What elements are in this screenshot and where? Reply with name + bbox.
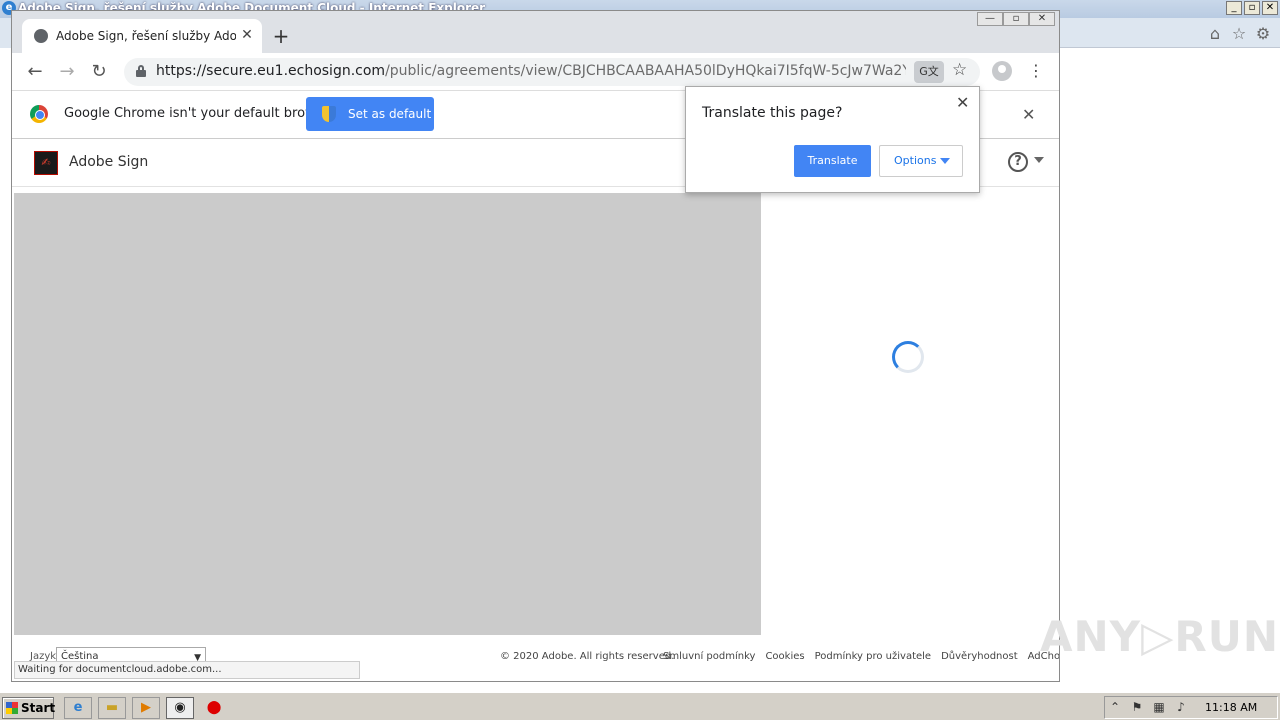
taskbar: Start e ▬ ▶ ◉ ⬤ ⌃ ⚑ ▦ ♪ 11:18 AM [0, 692, 1280, 720]
translate-options-label: Options [894, 154, 937, 167]
reload-icon[interactable]: ↻ [88, 61, 110, 83]
translate-popup-title: Translate this page? [702, 105, 843, 121]
menu-kebab-icon[interactable]: ⋮ [1028, 61, 1044, 80]
forward-arrow-icon[interactable]: → [56, 61, 78, 83]
media-player-icon[interactable]: ▶ [132, 697, 160, 719]
home-icon[interactable]: ⌂ [1206, 24, 1224, 43]
infobar-message: Google Chrome isn't your default browser [64, 106, 336, 121]
start-button[interactable]: Start [2, 697, 55, 719]
favorites-star-icon[interactable]: ☆ [1230, 24, 1248, 43]
lock-icon[interactable] [136, 65, 146, 77]
system-tray: ⌃ ⚑ ▦ ♪ 11:18 AM [1104, 696, 1278, 719]
set-as-default-button[interactable]: Set as default [306, 97, 434, 131]
translate-icon[interactable]: G文 [914, 61, 944, 83]
translate-popup: Translate this page? ✕ Translate Options [685, 86, 980, 193]
settings-gear-icon[interactable]: ⚙ [1254, 24, 1272, 43]
globe-icon [34, 29, 48, 43]
clock: 11:18 AM [1205, 701, 1258, 714]
ie-close-button[interactable]: ✕ [1262, 1, 1278, 15]
chrome-taskbar-icon[interactable]: ◉ [166, 697, 194, 719]
ie-toolbar: ⌂ ☆ ⚙ [1060, 18, 1280, 48]
footer-link-terms[interactable]: Smluvní podmínky [663, 651, 755, 662]
explorer-folder-icon[interactable]: ▬ [98, 697, 126, 719]
profile-avatar-icon[interactable] [992, 61, 1012, 81]
help-icon[interactable]: ? [1008, 152, 1028, 172]
footer-link-trust[interactable]: Důvěryhodnost [941, 651, 1018, 662]
help-dropdown-caret-icon[interactable] [1034, 157, 1044, 163]
ie-window-controls: _ ▫ ✕ [1226, 1, 1278, 15]
network-icon[interactable]: ▦ [1151, 700, 1167, 714]
set-as-default-label: Set as default [348, 107, 432, 121]
chrome-logo-icon [30, 105, 48, 123]
tab-title: Adobe Sign, řešení služby Adobe Do [56, 29, 236, 43]
minimize-button[interactable]: — [977, 12, 1003, 26]
translate-popup-close-icon[interactable]: ✕ [956, 93, 969, 112]
anyrun-watermark: ANY▷RUN [1040, 612, 1279, 661]
loading-spinner-icon [892, 341, 924, 373]
tray-expand-icon[interactable]: ⌃ [1107, 700, 1123, 714]
url-path: /public/agreements/view/CBJCHBCAABAAHA50… [385, 63, 906, 79]
adobe-sign-logo-icon: ✍ [34, 151, 58, 175]
bookmark-star-icon[interactable]: ☆ [952, 60, 967, 80]
uac-shield-icon [322, 106, 336, 122]
chrome-window-controls: — ▫ ✕ [977, 12, 1055, 26]
status-bubble: Waiting for documentcloud.adobe.com... [14, 661, 360, 679]
flag-icon[interactable]: ⚑ [1129, 700, 1145, 714]
browser-tab[interactable]: Adobe Sign, řešení služby Adobe Do ✕ [22, 19, 262, 53]
restore-button[interactable]: ▫ [1003, 12, 1029, 26]
url-text[interactable]: https://secure.eu1.echosign.com/public/a… [156, 63, 906, 79]
translate-options-button[interactable]: Options [879, 145, 963, 177]
footer-links: Smluvní podmínky Cookies Podmínky pro už… [663, 651, 1059, 662]
opera-icon[interactable]: ⬤ [200, 697, 228, 719]
new-tab-plus-icon[interactable]: + [270, 25, 292, 47]
document-viewer [14, 193, 761, 635]
ie-minimize-button[interactable]: _ [1226, 1, 1242, 15]
back-arrow-icon[interactable]: ← [24, 61, 46, 83]
ie-restore-button[interactable]: ▫ [1244, 1, 1260, 15]
ie-taskbar-icon[interactable]: e [64, 697, 92, 719]
tab-close-icon[interactable]: ✕ [238, 26, 256, 44]
copyright-text: © 2020 Adobe. All rights reserved. [500, 651, 675, 662]
footer-link-cookies[interactable]: Cookies [765, 651, 804, 662]
url-host: https://secure.eu1.echosign.com [156, 63, 386, 79]
translate-button[interactable]: Translate [794, 145, 871, 177]
infobar-close-icon[interactable]: ✕ [1022, 105, 1035, 124]
side-panel [761, 193, 1057, 635]
address-bar[interactable]: https://secure.eu1.echosign.com/public/a… [124, 58, 980, 86]
volume-icon[interactable]: ♪ [1173, 700, 1189, 714]
tab-strip: Adobe Sign, řešení služby Adobe Do ✕ + —… [12, 11, 1059, 53]
close-button[interactable]: ✕ [1029, 12, 1055, 26]
footer-link-user-terms[interactable]: Podmínky pro uživatele [815, 651, 931, 662]
options-caret-icon [940, 158, 950, 164]
brand-title: Adobe Sign [69, 154, 149, 170]
